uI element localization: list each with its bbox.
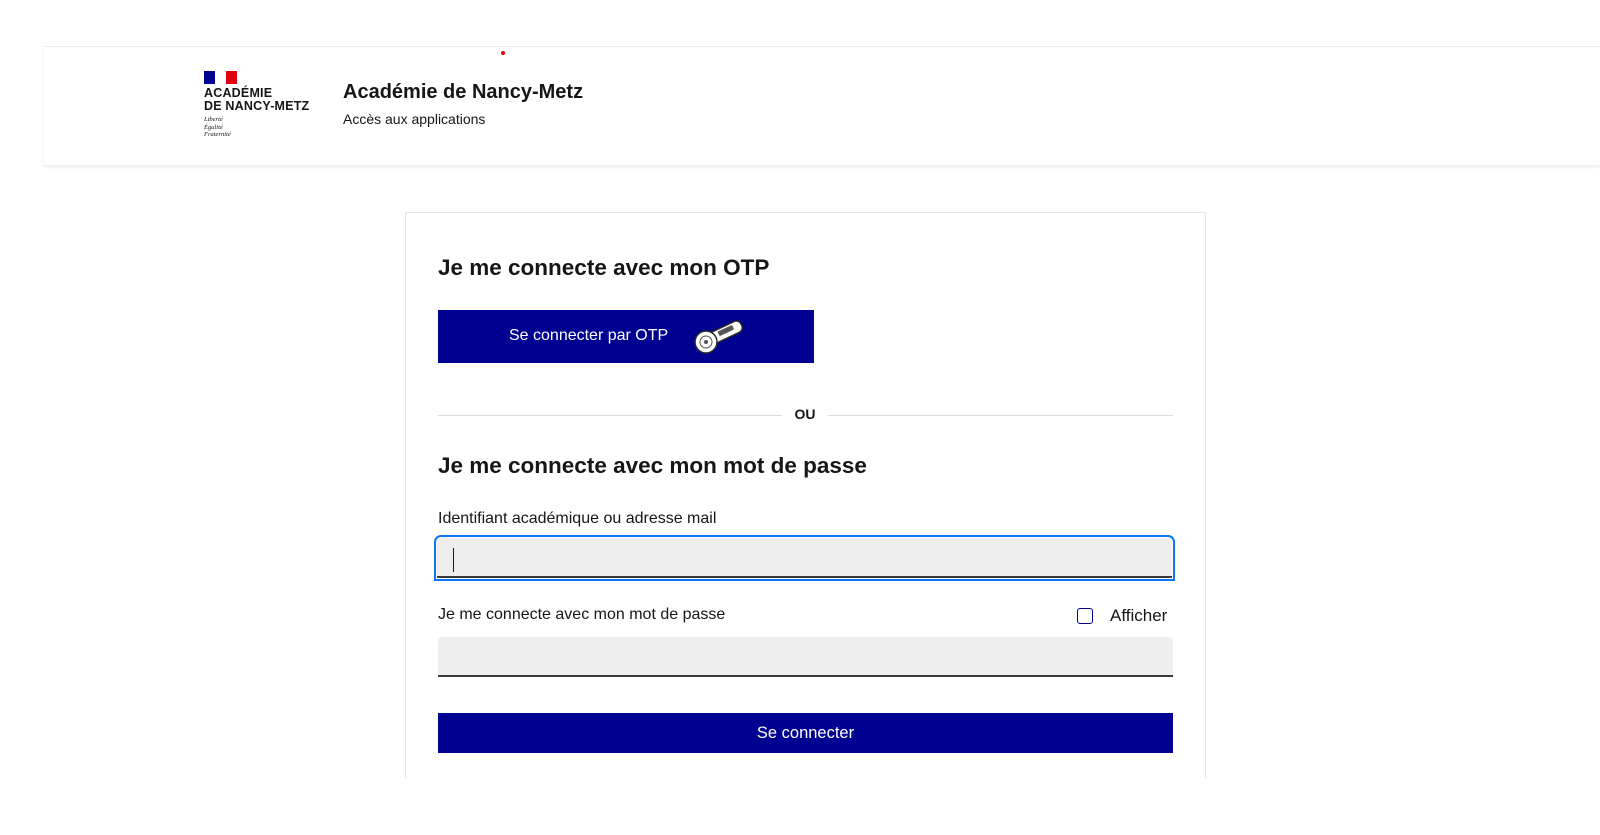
site-subtitle: Accès aux applications xyxy=(343,111,486,127)
text-caret xyxy=(453,548,454,572)
otp-button-label: Se connecter par OTP xyxy=(509,327,669,344)
otp-login-button[interactable]: Se connecter par OTP xyxy=(438,310,814,363)
login-card: Je me connecte avec mon OTP Se connecter… xyxy=(405,212,1206,778)
motto-fraternite: Fraternité xyxy=(204,131,231,138)
password-input[interactable] xyxy=(438,637,1173,677)
red-dot xyxy=(501,51,505,55)
site-header: ACADÉMIE DE NANCY-METZ Liberté Égalité F… xyxy=(44,46,1600,165)
separator-line-left xyxy=(438,415,782,416)
motto-egalite: Égalité xyxy=(204,123,223,131)
otp-key-icon xyxy=(694,320,744,354)
site-title[interactable]: Académie de Nancy-Metz xyxy=(343,81,583,104)
login-submit-button[interactable]: Se connecter xyxy=(438,713,1173,753)
logo-motto: Liberté Égalité Fraternité xyxy=(204,116,324,139)
otp-heading: Je me connecte avec mon OTP xyxy=(438,255,770,280)
separator-line-right xyxy=(828,415,1173,416)
password-label: Je me connecte avec mon mot de passe xyxy=(438,606,726,623)
identifier-label: Identifiant académique ou adresse mail xyxy=(438,510,717,527)
motto-liberte: Liberté xyxy=(204,116,223,123)
password-heading: Je me connecte avec mon mot de passe xyxy=(438,453,867,478)
french-flag-icon xyxy=(204,71,237,84)
separator-text: OU xyxy=(794,406,816,422)
identifier-input[interactable] xyxy=(434,535,1175,581)
show-password-label[interactable]: Afficher xyxy=(1110,606,1167,626)
logo-title-line1: ACADÉMIE xyxy=(204,86,273,100)
logo-title: ACADÉMIE DE NANCY-METZ xyxy=(204,87,324,112)
or-separator: OU xyxy=(438,406,1173,424)
show-password-checkbox[interactable] xyxy=(1077,608,1093,624)
academy-logo[interactable]: ACADÉMIE DE NANCY-METZ Liberté Égalité F… xyxy=(204,71,324,145)
logo-title-line2: DE NANCY-METZ xyxy=(204,98,310,113)
